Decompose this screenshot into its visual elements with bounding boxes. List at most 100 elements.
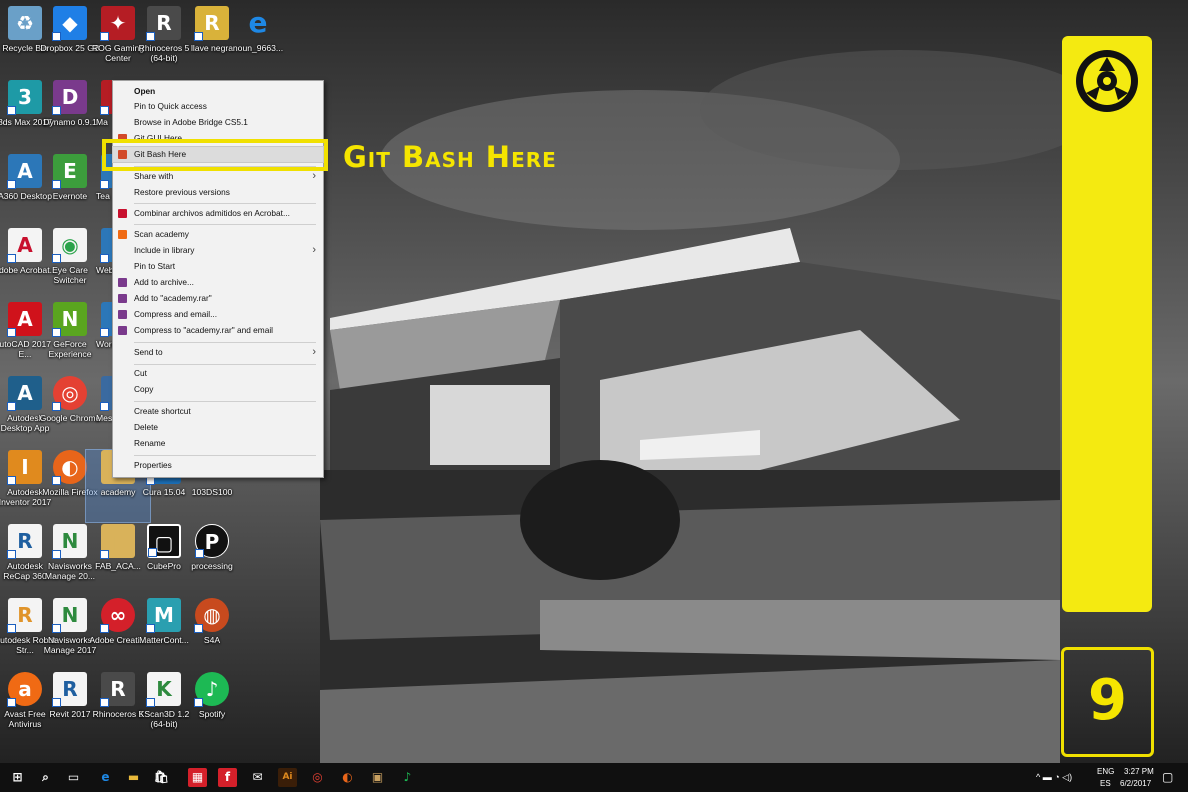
taskbar-edge-icon[interactable]: e [96,768,115,787]
winrar-icon [118,326,127,335]
evernote-glyph: E [52,154,87,189]
fab-lab-logo-icon [1076,50,1138,112]
inventor-glyph: I [7,450,42,485]
taskbar-app-photo-icon[interactable]: ▣ [368,768,387,787]
menu-item-label: Delete [134,422,158,432]
start-button[interactable]: ⊞ [8,768,27,787]
menu-item-open[interactable]: Open [113,84,323,99]
menu-item-send-to[interactable]: Send to › [113,345,323,360]
menu-item-include-library[interactable]: Include in library › [113,243,323,258]
taskbar-spotify-icon[interactable]: ♪ [398,768,417,787]
menu-item-properties[interactable]: Properties [113,458,323,473]
notification-icon[interactable]: ▢ [1162,770,1173,784]
chevron-right-icon: › [312,170,316,182]
system-tray-icons[interactable]: ^ ▬ ◔ ◁) [1036,772,1072,783]
language-sub-indicator: ES [1100,779,1111,788]
folder-glyph: ▮ [100,524,135,559]
menu-item-label: Include in library [134,245,195,255]
menu-item-add-archive[interactable]: Add to archive... [113,275,323,290]
rhino-glyph: R [146,6,181,41]
chevron-right-icon: › [312,346,316,358]
menu-item-add-academy-rar[interactable]: Add to "academy.rar" [113,291,323,306]
menu-item-label: Add to archive... [134,277,194,287]
a360-glyph: A [7,154,42,189]
autodesk-app-glyph: A [7,376,42,411]
recycle-bin-glyph: ♻ [8,6,42,40]
avast-glyph: a [7,672,42,707]
search-icon[interactable]: ⌕ [36,768,55,787]
rog-glyph: ✦ [100,6,135,41]
menu-item-combinar-acrobat[interactable]: Combinar archivos admitidos en Acrobat..… [113,206,323,221]
menu-separator [134,364,316,365]
s4a-icon[interactable]: ◍ S4A [180,598,244,670]
3ds-max-glyph: 3 [7,80,42,115]
step-number: 9 [1088,668,1127,733]
taskbar-app-f-icon[interactable]: f [218,768,237,787]
menu-item-label: Properties [134,460,172,470]
menu-item-pin-start[interactable]: Pin to Start [113,259,323,274]
taskbar-chrome-icon[interactable]: ◎ [308,768,327,787]
menu-item-label: Cut [134,368,147,378]
taskbar-file-explorer-icon[interactable]: ▬ [124,768,143,787]
task-view-icon[interactable]: ▭ [64,768,83,787]
menu-item-label: Restore previous versions [134,187,230,197]
menu-item-label: Pin to Quick access [134,101,207,111]
s4a-glyph: ◍ [194,598,229,633]
dropbox-glyph: ◆ [52,6,87,41]
icon-label: 103DS100 [191,487,233,497]
menu-item-rename[interactable]: Rename [113,436,323,451]
menu-item-delete[interactable]: Delete [113,420,323,435]
revit-glyph: R [52,672,87,707]
firefox-glyph: ◐ [52,450,87,485]
clock-date[interactable]: 6/2/2017 [1120,779,1151,788]
taskbar-firefox-icon[interactable]: ◐ [338,768,357,787]
menu-item-label: Copy [134,384,154,394]
acrobat-icon [118,209,127,218]
taskbar-illustrator-icon[interactable]: Ai [278,768,297,787]
step-number-box: 9 [1061,647,1154,757]
taskbar-mail-icon[interactable]: ✉ [248,768,267,787]
internet-explorer-icon[interactable]: e noun_9663... [226,6,290,78]
menu-item-label: Open [134,86,156,96]
winrar-icon [118,278,127,287]
spotify-icon[interactable]: ♪ Spotify [180,672,244,744]
menu-item-cut[interactable]: Cut [113,366,323,381]
taskbar-store-icon[interactable]: 🛍 [152,768,171,787]
menu-separator [134,342,316,343]
menu-item-label: Rename [134,438,166,448]
menu-item-create-shortcut[interactable]: Create shortcut [113,404,323,419]
menu-item-label: Share with [134,171,174,181]
menu-item-restore-versions[interactable]: Restore previous versions [113,185,323,200]
menu-item-compress-email[interactable]: Compress and email... [113,307,323,322]
side-banner [1062,36,1152,612]
icon-label: S4A [203,635,221,645]
menu-separator [134,224,316,225]
avast-icon [118,230,127,239]
icon-label: Spotify [198,709,226,719]
processing-icon[interactable]: P processing [180,524,244,596]
menu-item-label: Scan academy [134,229,189,239]
menu-item-scan[interactable]: Scan academy [113,227,323,242]
dynamo-glyph: D [52,80,87,115]
menu-item-copy[interactable]: Copy [113,382,323,397]
menu-separator [134,203,316,204]
llave-glyph: R [194,6,229,41]
menu-item-label: Compress and email... [134,309,218,319]
menu-item-share-with[interactable]: Share with › [113,169,323,184]
ie-glyph: e [248,6,268,39]
geforce-glyph: N [52,302,87,337]
menu-item-label: Add to "academy.rar" [134,293,212,303]
menu-item-adobe-bridge[interactable]: Browse in Adobe Bridge CS5.1 [113,115,323,130]
menu-item-label: Pin to Start [134,261,176,271]
taskbar: ⊞ ⌕ ▭ e ▬ 🛍 ▦ f ✉ Ai ◎ ◐ ▣ ♪ ^ ▬ ◔ ◁) EN… [0,763,1188,792]
menu-item-label: Combinar archivos admitidos en Acrobat..… [134,208,290,218]
clock-time[interactable]: 3:27 PM [1124,767,1154,776]
navisworks-glyph: N [52,598,87,633]
menu-item-compress-rar-email[interactable]: Compress to "academy.rar" and email [113,323,323,338]
eye-care-glyph: ◉ [52,228,87,263]
menu-item-pin-quick-access[interactable]: Pin to Quick access [113,99,323,114]
rhino-glyph: R [100,672,135,707]
taskbar-gift-icon[interactable]: ▦ [188,768,207,787]
language-indicator[interactable]: ENG [1097,767,1114,776]
menu-item-label: Create shortcut [134,406,191,416]
